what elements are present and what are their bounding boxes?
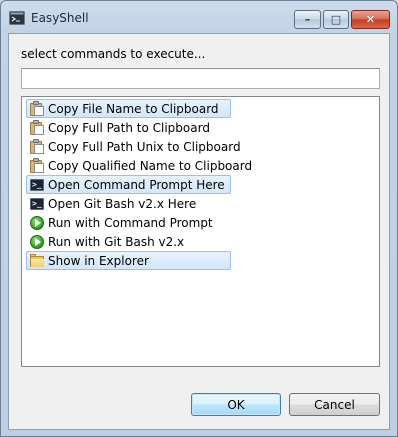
list-item-copy-file-name[interactable]: Copy File Name to Clipboard	[26, 99, 231, 118]
clipboard-icon	[29, 119, 45, 136]
run-icon	[29, 234, 45, 250]
easyshell-window: EasyShell – □ ✕ select commands to execu…	[0, 0, 398, 437]
prompt-label: select commands to execute...	[21, 47, 206, 61]
run-icon	[29, 215, 45, 231]
easyshell-app-icon	[9, 11, 25, 25]
clipboard-icon	[29, 138, 45, 155]
list-item-label: Show in Explorer	[48, 253, 149, 268]
list-item-run-with-git-bash[interactable]: Run with Git Bash v2.x	[26, 232, 188, 251]
maximize-button[interactable]: □	[323, 10, 349, 29]
list-item-open-git-bash[interactable]: >_ Open Git Bash v2.x Here	[26, 194, 200, 213]
clipboard-icon	[29, 157, 45, 174]
list-item-label: Open Command Prompt Here	[48, 177, 225, 192]
ok-button-label: OK	[227, 397, 245, 412]
list-item-label: Copy Full Path to Clipboard	[48, 120, 210, 135]
list-item-label: Open Git Bash v2.x Here	[48, 196, 197, 211]
list-item-label: Copy Qualified Name to Clipboard	[48, 158, 253, 173]
list-item-copy-qualified-name[interactable]: Copy Qualified Name to Clipboard	[26, 156, 256, 175]
cancel-button-label: Cancel	[314, 397, 355, 412]
list-item-label: Copy Full Path Unix to Clipboard	[48, 139, 241, 154]
list-item-copy-full-path-unix[interactable]: Copy Full Path Unix to Clipboard	[26, 137, 245, 156]
filter-input[interactable]	[21, 68, 380, 89]
list-item-label: Run with Git Bash v2.x	[48, 234, 185, 249]
close-icon: ✕	[365, 13, 376, 26]
list-item-run-with-command-prompt[interactable]: Run with Command Prompt	[26, 213, 217, 232]
minimize-button[interactable]: –	[294, 10, 321, 29]
list-item-open-command-prompt[interactable]: >_ Open Command Prompt Here	[26, 175, 231, 194]
clipboard-icon	[29, 100, 45, 117]
maximize-icon: □	[330, 13, 342, 26]
folder-icon	[29, 253, 45, 269]
dialog-body: select commands to execute... Copy File …	[8, 33, 390, 430]
window-title: EasyShell	[31, 11, 89, 25]
list-item-label: Run with Command Prompt	[48, 215, 213, 230]
minimize-icon: –	[304, 13, 311, 26]
title-bar[interactable]: EasyShell – □ ✕	[1, 1, 397, 33]
command-list[interactable]: Copy File Name to Clipboard Copy Full Pa…	[21, 96, 380, 367]
close-button[interactable]: ✕	[351, 10, 390, 29]
list-item-show-in-explorer[interactable]: Show in Explorer	[26, 251, 231, 270]
list-item-copy-full-path[interactable]: Copy Full Path to Clipboard	[26, 118, 214, 137]
ok-button[interactable]: OK	[191, 393, 281, 416]
list-item-label: Copy File Name to Clipboard	[48, 101, 219, 116]
terminal-icon: >_	[29, 177, 45, 193]
terminal-icon: >_	[29, 196, 45, 212]
cancel-button[interactable]: Cancel	[289, 393, 380, 416]
